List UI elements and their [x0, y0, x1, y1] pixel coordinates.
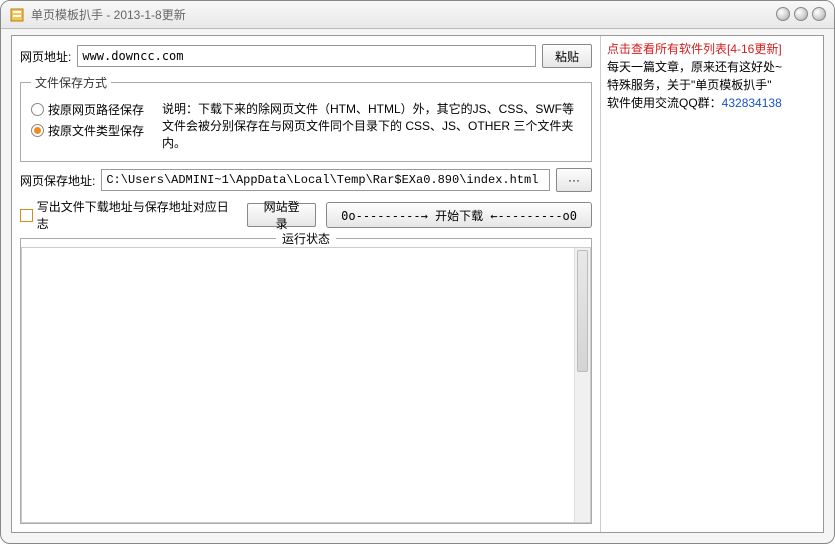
titlebar[interactable]: 单页模板扒手 - 2013-1-8更新 — [1, 1, 834, 29]
client-area: 网页地址: 粘贴 文件保存方式 按原网页路径保存 按原文件类型保存 — [11, 35, 824, 533]
url-row: 网页地址: 粘贴 — [20, 44, 592, 68]
side-text-line: 特殊服务，关于"单页模板扒手" — [607, 76, 817, 94]
radio-save-by-type[interactable]: 按原文件类型保存 — [31, 122, 144, 139]
radio-icon — [31, 124, 44, 137]
app-icon — [9, 7, 25, 23]
window-title: 单页模板扒手 - 2013-1-8更新 — [31, 6, 186, 23]
radio-save-by-path[interactable]: 按原网页路径保存 — [31, 101, 144, 118]
radio-label: 按原文件类型保存 — [48, 122, 144, 139]
save-mode-description: 说明：下载下来的除网页文件（HTM、HTML）外，其它的JS、CSS、SWF等文… — [162, 99, 581, 151]
write-log-checkbox[interactable]: 写出文件下载地址与保存地址对应日志 — [20, 198, 237, 232]
radio-icon — [31, 103, 44, 116]
side-link-all-software[interactable]: 点击查看所有软件列表[4-16更新] — [607, 40, 817, 58]
close-button[interactable] — [812, 7, 826, 21]
status-output[interactable] — [21, 247, 591, 523]
savepath-input[interactable] — [101, 169, 550, 191]
minimize-button[interactable] — [776, 7, 790, 21]
start-download-button[interactable]: 0o---------→ 开始下载 ←---------o0 — [326, 202, 592, 228]
actions-row: 写出文件下载地址与保存地址对应日志 网站登录 0o---------→ 开始下载… — [20, 198, 592, 232]
url-input[interactable] — [77, 45, 536, 67]
side-text-line: 软件使用交流QQ群：432834138 — [607, 94, 817, 112]
side-panel: 点击查看所有软件列表[4-16更新] 每天一篇文章，原来还有这好处~ 特殊服务，… — [600, 36, 823, 532]
savepath-label: 网页保存地址: — [20, 172, 95, 189]
savepath-row: 网页保存地址: ··· — [20, 168, 592, 192]
save-mode-radios: 按原网页路径保存 按原文件类型保存 — [31, 99, 144, 139]
status-group: 运行状态 — [20, 238, 592, 524]
window-controls — [776, 7, 826, 21]
main-panel: 网页地址: 粘贴 文件保存方式 按原网页路径保存 按原文件类型保存 — [12, 36, 600, 532]
radio-label: 按原网页路径保存 — [48, 101, 144, 118]
browse-button[interactable]: ··· — [556, 168, 592, 192]
checkbox-label: 写出文件下载地址与保存地址对应日志 — [37, 198, 237, 232]
app-window: 单页模板扒手 - 2013-1-8更新 网页地址: 粘贴 文件保存方式 按原网 — [0, 0, 835, 544]
maximize-button[interactable] — [794, 7, 808, 21]
qq-group-number[interactable]: 432834138 — [722, 96, 782, 110]
save-mode-legend: 文件保存方式 — [31, 74, 111, 91]
status-legend: 运行状态 — [21, 230, 591, 247]
side-text-line: 每天一篇文章，原来还有这好处~ — [607, 58, 817, 76]
status-area: 运行状态 — [20, 238, 592, 524]
scrollbar-vertical[interactable] — [574, 248, 590, 522]
url-label: 网页地址: — [20, 48, 71, 65]
paste-button[interactable]: 粘贴 — [542, 44, 592, 68]
checkbox-icon — [20, 209, 33, 222]
save-mode-group: 文件保存方式 按原网页路径保存 按原文件类型保存 说明：下载下来的除网页文件（H… — [20, 74, 592, 162]
site-login-button[interactable]: 网站登录 — [247, 203, 316, 227]
